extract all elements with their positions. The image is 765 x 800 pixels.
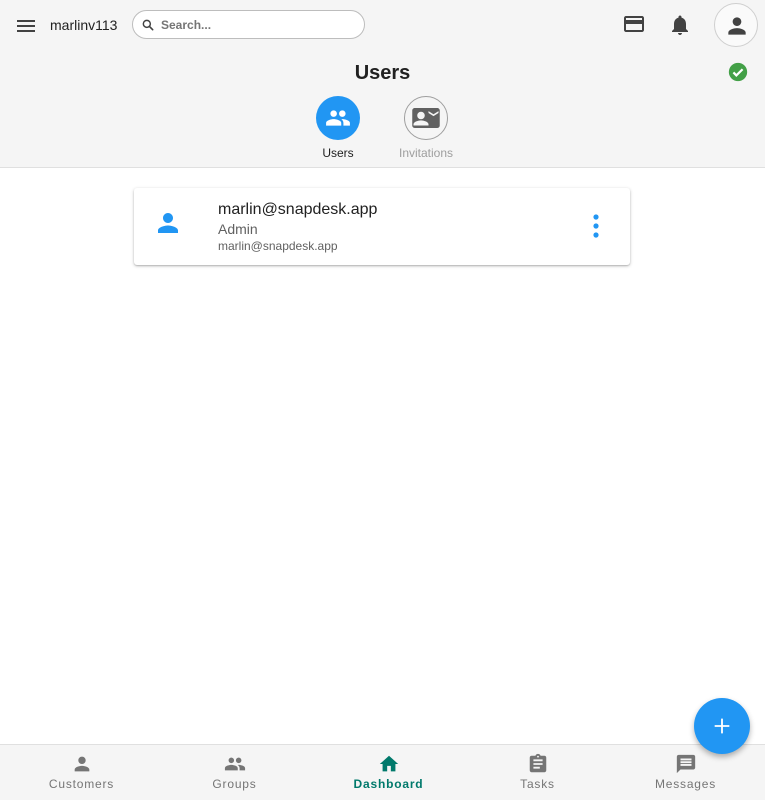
nav-item-tasks[interactable]: Tasks xyxy=(461,745,614,800)
nav-label: Messages xyxy=(654,777,717,791)
account-button[interactable] xyxy=(714,3,758,47)
person-icon xyxy=(74,756,89,772)
tab-label: Invitations xyxy=(398,146,454,160)
nav-label: Dashboard xyxy=(353,777,424,791)
nav-item-groups[interactable]: Groups xyxy=(158,745,311,800)
people-icon xyxy=(326,110,350,126)
page-title: Users xyxy=(354,62,411,84)
search-input[interactable] xyxy=(161,15,357,34)
contact-mail-icon xyxy=(412,108,440,128)
nav-item-dashboard[interactable]: Dashboard xyxy=(312,745,465,800)
search-icon xyxy=(142,19,154,31)
plus-icon xyxy=(714,718,730,734)
add-button[interactable] xyxy=(694,698,750,754)
search-box[interactable] xyxy=(132,10,365,39)
account-icon xyxy=(728,17,746,35)
tab-invitations[interactable]: Invitations xyxy=(386,96,466,160)
bottom-navigation: Customers Groups Dashboard Tasks Message… xyxy=(0,744,765,800)
more-vert-icon xyxy=(593,214,599,238)
menu-icon[interactable] xyxy=(14,14,38,38)
user-card[interactable]: marlin@snapdesk.app Admin marlin@snapdes… xyxy=(134,188,630,265)
user-secondary-email: marlin@snapdesk.app xyxy=(218,239,338,253)
credit-card-icon[interactable] xyxy=(622,12,646,36)
user-email: marlin@snapdesk.app xyxy=(218,201,378,218)
nav-label: Customers xyxy=(48,777,115,791)
tab-label: Users xyxy=(322,146,354,160)
page-header: Users Users Invitations xyxy=(0,52,765,168)
nav-label: Tasks xyxy=(520,777,555,791)
home-icon xyxy=(379,755,398,772)
tab-invitations-circle xyxy=(404,96,448,140)
more-options-button[interactable] xyxy=(584,212,608,240)
username-label: marlinv113 xyxy=(50,17,118,33)
nav-label: Groups xyxy=(212,777,257,791)
nav-item-messages[interactable]: Messages xyxy=(609,745,762,800)
tab-users[interactable]: Users xyxy=(298,96,378,160)
top-app-bar: marlinv113 xyxy=(0,0,765,52)
message-icon xyxy=(676,754,695,774)
check-circle-icon xyxy=(728,62,748,82)
clipboard-icon xyxy=(529,753,546,773)
person-icon xyxy=(158,213,178,233)
nav-item-customers[interactable]: Customers xyxy=(5,745,158,800)
tab-users-circle xyxy=(316,96,360,140)
user-role: Admin xyxy=(218,221,258,237)
group-icon xyxy=(224,757,245,771)
bell-icon[interactable] xyxy=(668,13,692,37)
